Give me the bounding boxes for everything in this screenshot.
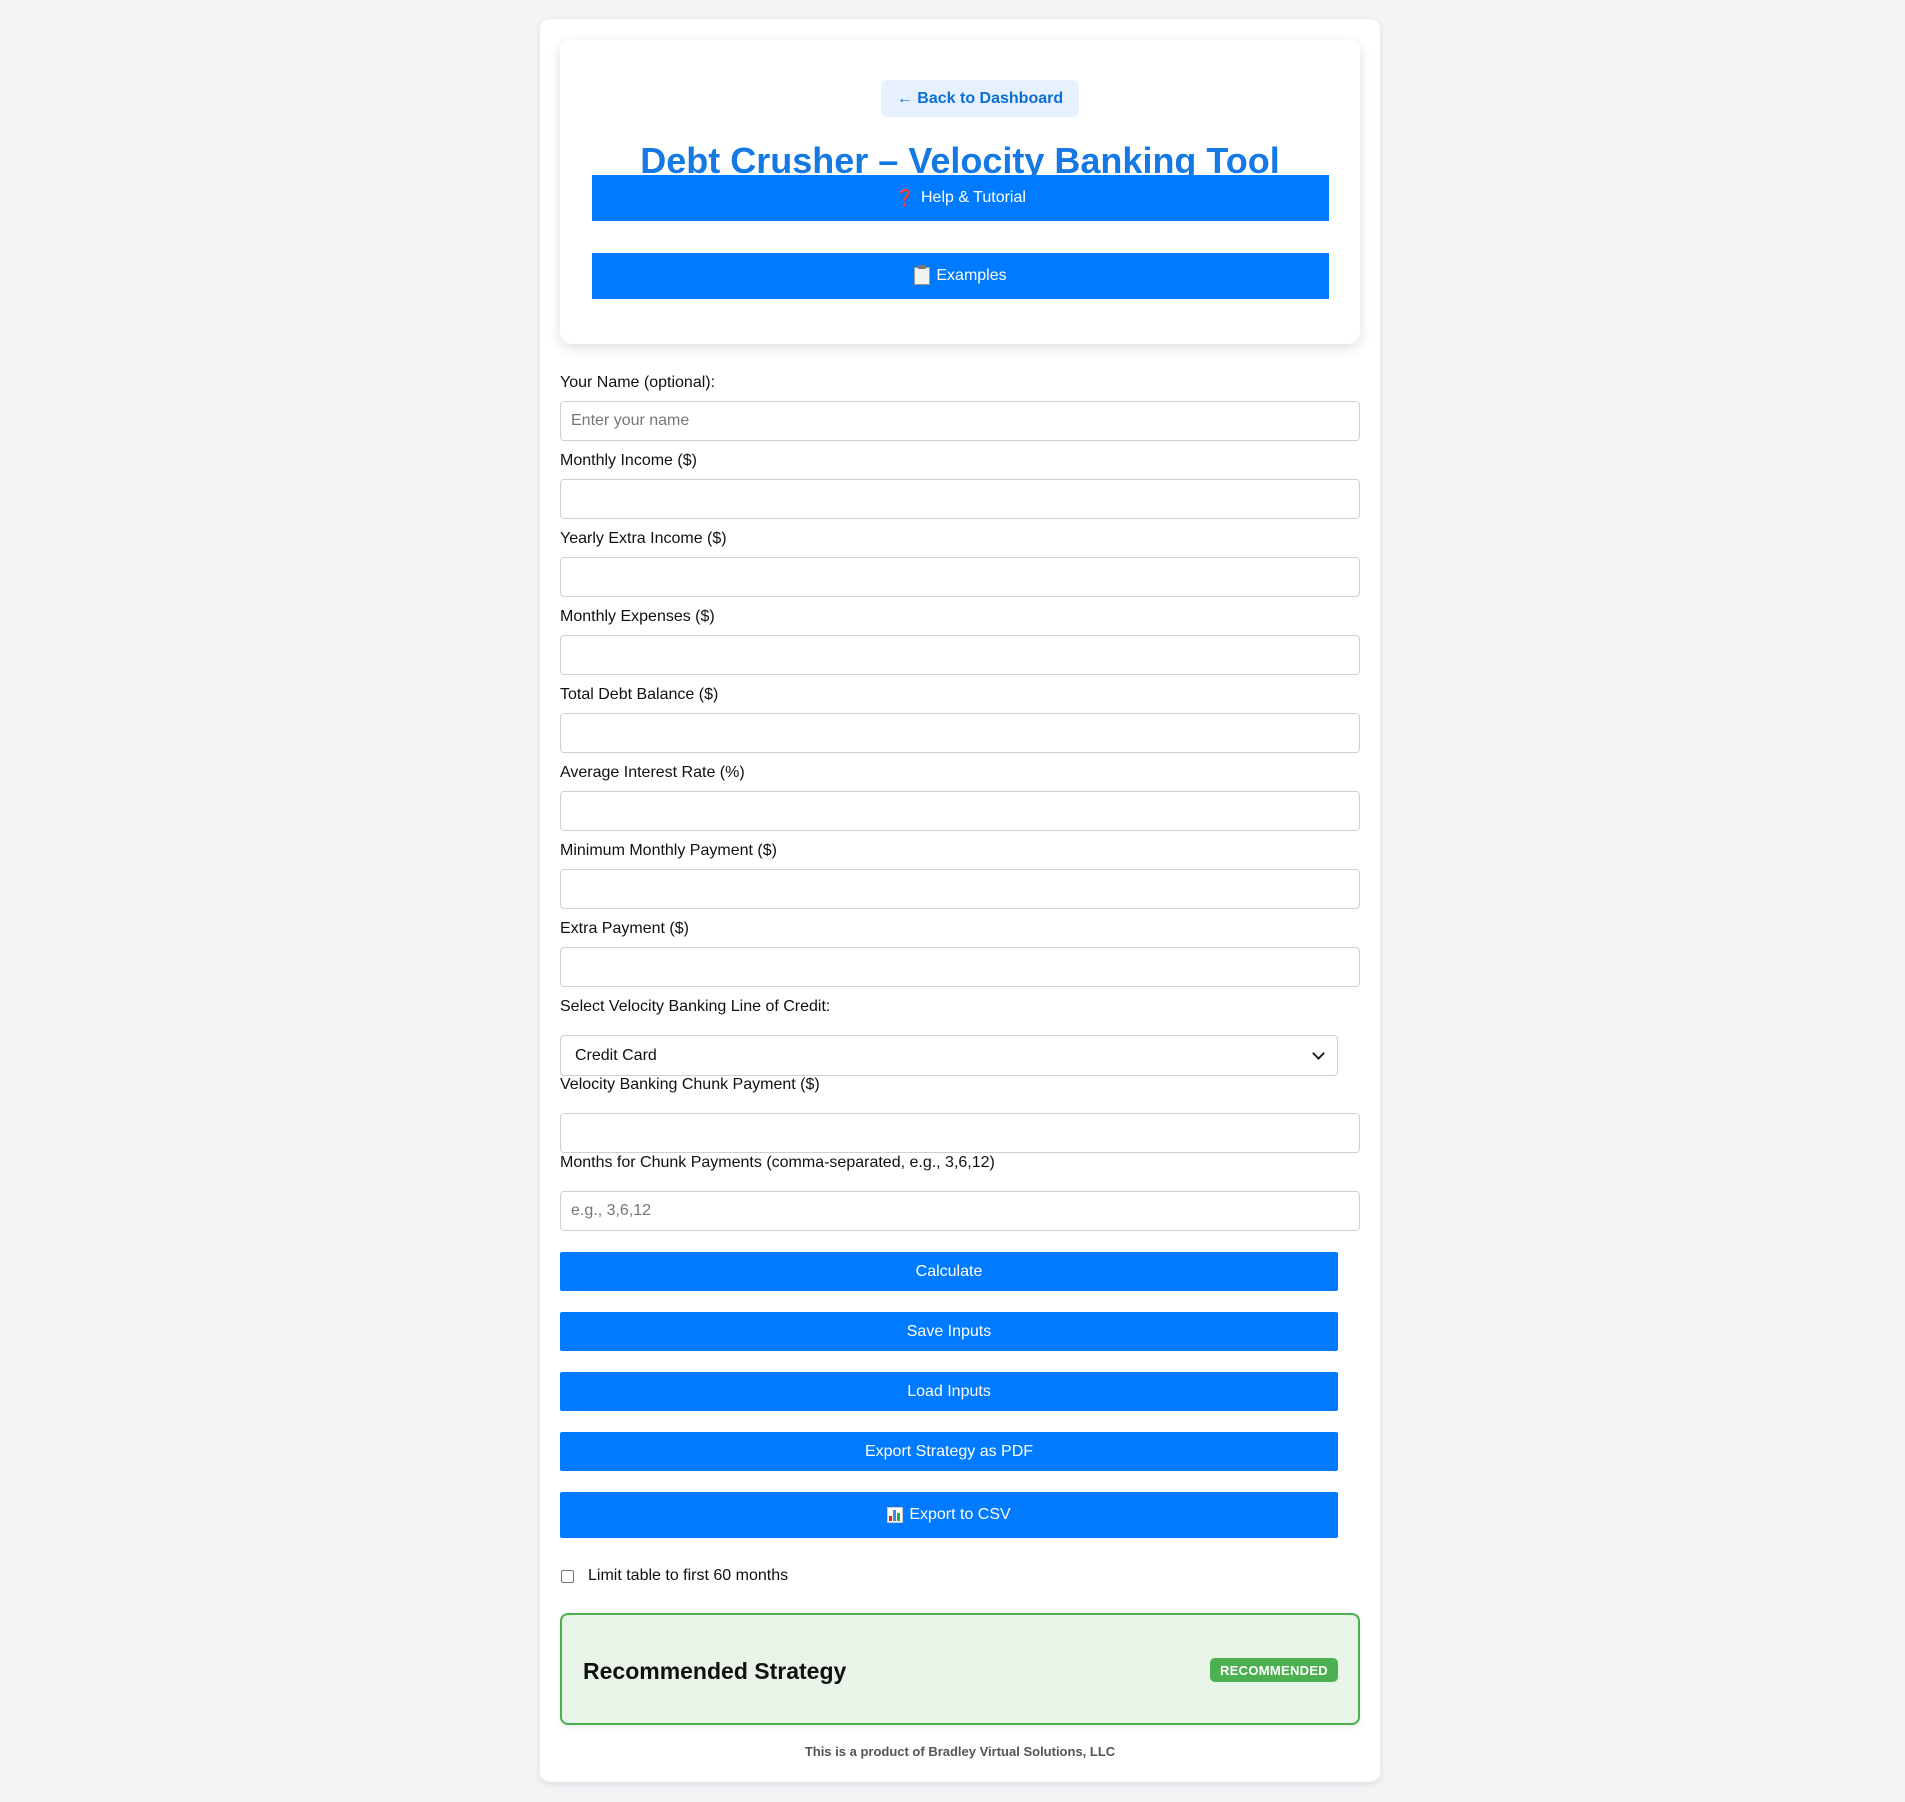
monthly-income-label: Monthly Income ($)	[560, 452, 697, 469]
bar-chart-icon	[887, 1507, 904, 1523]
monthly-expenses-label: Monthly Expenses ($)	[560, 608, 715, 625]
footer-text: This is a product of Bradley Virtual Sol…	[804, 1744, 1116, 1759]
extra-payment-label: Extra Payment ($)	[560, 920, 689, 937]
limit-table-row: Limit table to first 60 months	[560, 1566, 788, 1586]
clipboard-icon	[914, 265, 931, 285]
recommended-badge: RECOMMENDED	[1209, 1658, 1338, 1682]
header-card: ← Back to Dashboard Debt Crusher – Veloc…	[560, 39, 1360, 344]
back-to-dashboard-link[interactable]: ← Back to Dashboard	[881, 80, 1079, 117]
total-debt-label: Total Debt Balance ($)	[560, 686, 719, 703]
limit-table-checkbox[interactable]	[561, 1569, 574, 1583]
question-mark-icon: ❓	[895, 190, 915, 207]
export-pdf-button[interactable]: Export Strategy as PDF	[560, 1432, 1338, 1471]
min-payment-label: Minimum Monthly Payment ($)	[560, 842, 777, 859]
name-input[interactable]	[560, 401, 1360, 441]
export-csv-label: Export to CSV	[909, 1506, 1011, 1523]
recommended-strategy-panel: Recommended Strategy RECOMMENDED	[560, 1613, 1360, 1725]
export-csv-button[interactable]: Export to CSV	[560, 1492, 1338, 1538]
calculate-button[interactable]: Calculate	[560, 1252, 1338, 1291]
main-card: ← Back to Dashboard Debt Crusher – Veloc…	[540, 19, 1380, 1782]
yearly-extra-income-input[interactable]	[560, 557, 1360, 597]
examples-button[interactable]: Examples	[592, 253, 1329, 299]
interest-rate-input[interactable]	[560, 791, 1360, 831]
limit-table-label: Limit table to first 60 months	[588, 1567, 789, 1584]
examples-label: Examples	[936, 267, 1007, 284]
total-debt-input[interactable]	[560, 713, 1360, 753]
line-of-credit-select[interactable]: Credit Card	[560, 1035, 1338, 1076]
line-of-credit-selected: Credit Card	[575, 1046, 657, 1064]
extra-payment-input[interactable]	[560, 947, 1360, 987]
help-tutorial-label: Help & Tutorial	[920, 189, 1026, 206]
interest-rate-label: Average Interest Rate (%)	[560, 764, 745, 781]
recommended-strategy-title: Recommended Strategy	[583, 1658, 847, 1684]
line-of-credit-label: Select Velocity Banking Line of Credit:	[560, 998, 831, 1015]
min-payment-input[interactable]	[560, 869, 1360, 909]
help-tutorial-button[interactable]: ❓ Help & Tutorial	[592, 175, 1329, 221]
yearly-extra-income-label: Yearly Extra Income ($)	[560, 530, 727, 547]
monthly-income-input[interactable]	[560, 479, 1360, 519]
name-label: Your Name (optional):	[560, 374, 716, 391]
chunk-payment-input[interactable]	[560, 1113, 1360, 1153]
monthly-expenses-input[interactable]	[560, 635, 1360, 675]
chunk-months-input[interactable]	[560, 1191, 1360, 1231]
load-inputs-button[interactable]: Load Inputs	[560, 1372, 1338, 1411]
chunk-payment-label: Velocity Banking Chunk Payment ($)	[560, 1076, 820, 1093]
chunk-months-label: Months for Chunk Payments (comma-separat…	[560, 1154, 995, 1171]
save-inputs-button[interactable]: Save Inputs	[560, 1312, 1338, 1351]
chevron-down-icon	[1312, 1047, 1325, 1060]
